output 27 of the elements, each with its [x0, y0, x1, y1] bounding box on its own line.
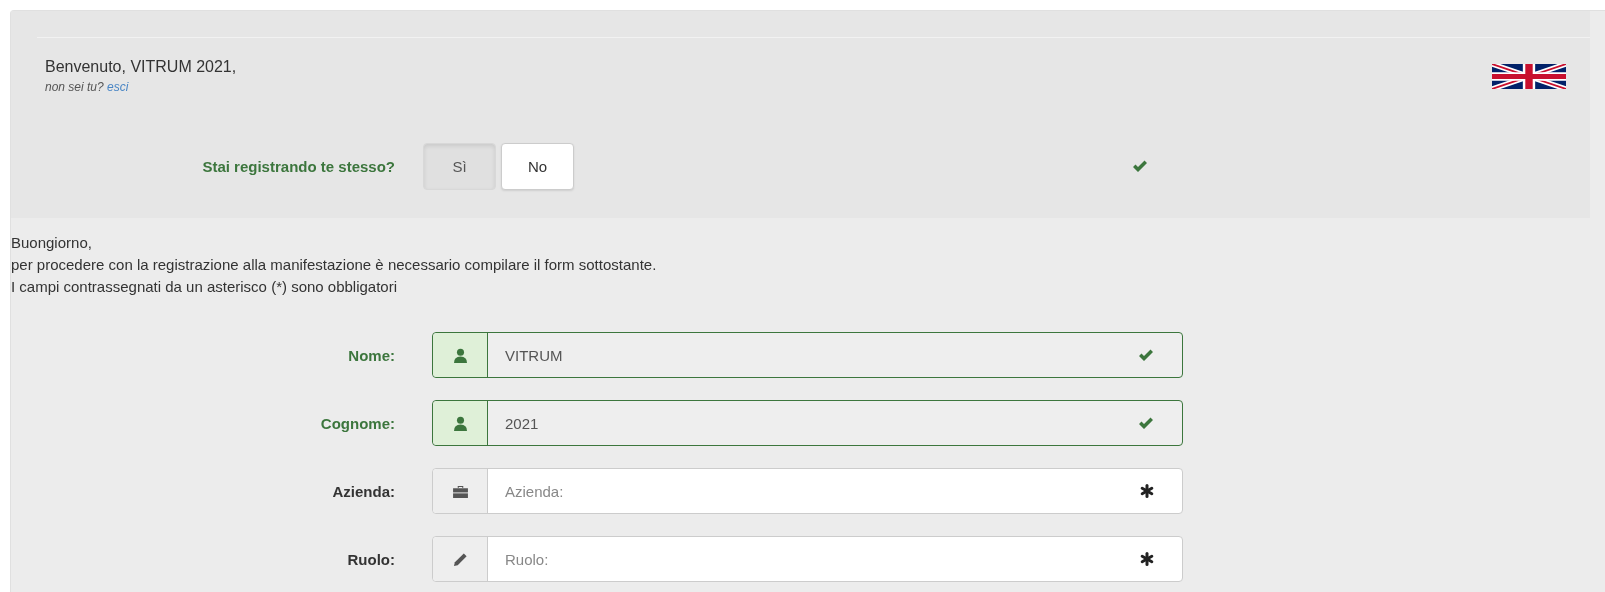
asterisk-icon [1140, 484, 1154, 498]
intro-text: I campi contrassegnati da un asterisco (*) sono obbligatori [11, 277, 399, 297]
flag-icon[interactable] [1492, 64, 1566, 89]
intro-text: per procedere con la registrazione alla manifestazione è necessario compilare il form sottostante. [11, 255, 658, 275]
toggle-option[interactable]: No [501, 142, 574, 190]
check-icon [1138, 416, 1154, 430]
input-field[interactable]: 2021 [432, 400, 1183, 446]
question-label: Stai registrando te stesso? [201, 157, 396, 175]
asterisk-icon [1140, 552, 1154, 566]
pencil-icon [452, 551, 468, 567]
input-field[interactable]: Ruolo: [432, 536, 1183, 582]
briefcase-icon [452, 484, 468, 498]
check-icon [1132, 159, 1148, 173]
user-icon [453, 347, 467, 363]
check-icon [1138, 348, 1154, 362]
field-label: Ruolo: [346, 550, 396, 568]
user-icon [453, 415, 467, 431]
input-field[interactable]: Azienda: [432, 468, 1183, 514]
toggle-option[interactable]: Sì [423, 142, 496, 190]
input-field[interactable]: VITRUM [432, 332, 1183, 378]
field-label: Nome: [347, 346, 396, 364]
intro-text: Buongiorno, [11, 233, 93, 253]
field-label: Azienda: [331, 482, 396, 500]
field-label: Cognome: [319, 414, 396, 432]
logout-link[interactable]: esci [107, 80, 129, 94]
not-you-prompt: non sei tu? [45, 80, 104, 94]
welcome-message: Benvenuto, VITRUM 2021, [45, 58, 237, 76]
